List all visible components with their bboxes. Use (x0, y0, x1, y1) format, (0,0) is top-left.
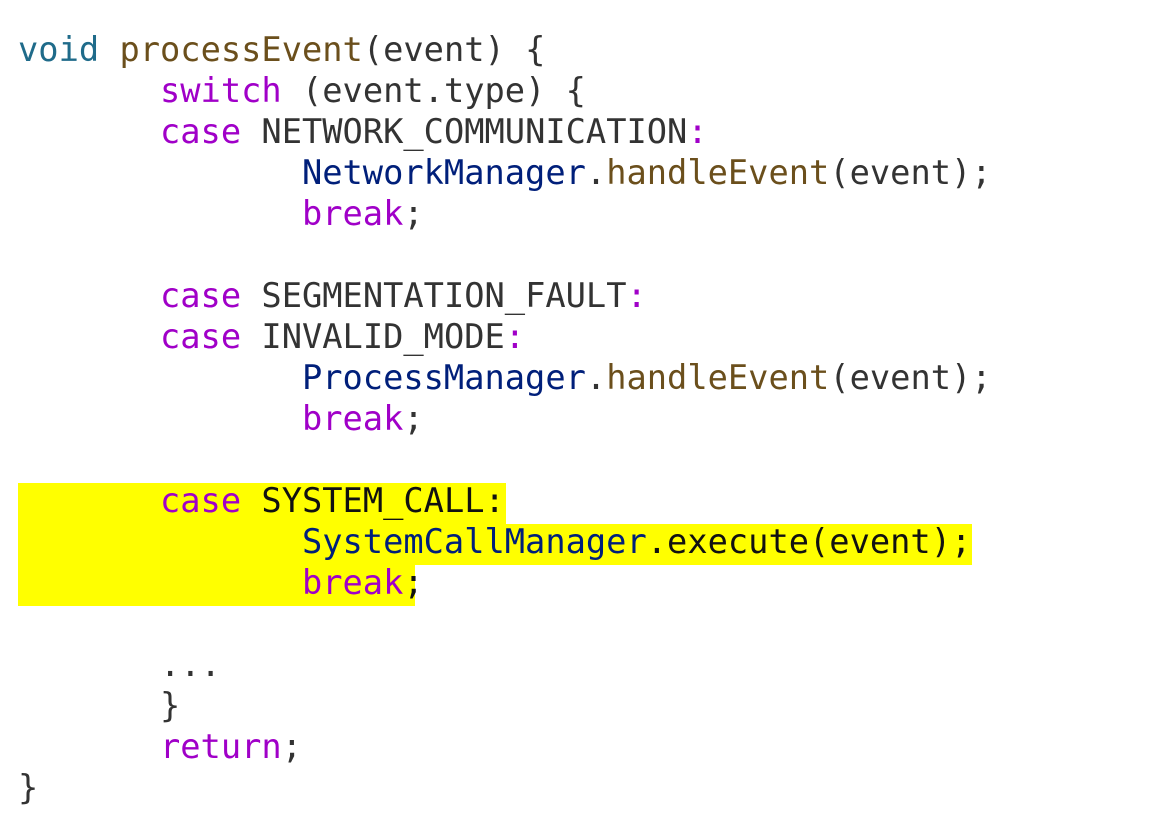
code-semicolon: ; (403, 399, 424, 438)
code-line-12: case SYSTEM_CALL: (18, 480, 992, 521)
method-name: handleEvent (606, 358, 830, 397)
code-text: (event) { (362, 30, 546, 69)
code-line-19: } (18, 767, 992, 808)
method-name: handleEvent (606, 153, 830, 192)
keyword-case: case (159, 481, 242, 520)
code-line-14: break; (18, 562, 992, 603)
keyword-switch: switch (159, 71, 282, 110)
case-label: NETWORK_COMMUNICATION (241, 112, 688, 151)
keyword-break: break (301, 194, 404, 233)
code-semicolon: ; (281, 727, 302, 766)
keyword-return: return (159, 727, 282, 766)
case-colon: : (626, 276, 647, 315)
code-line-13: SystemCallManager.execute(event); (18, 521, 992, 562)
class-name: ProcessManager (301, 358, 586, 397)
keyword-break: break (301, 563, 404, 602)
code-text: (event.type) { (281, 71, 586, 110)
closing-brace: } (159, 686, 181, 725)
code-line-16: ... (18, 644, 992, 685)
closing-brace: } (18, 768, 39, 807)
class-name: NetworkManager (301, 153, 586, 192)
case-label: SYSTEM_CALL: (241, 481, 505, 520)
code-dot: . (585, 358, 607, 397)
keyword-break: break (301, 399, 404, 438)
code-block: void processEvent(event) { switch (event… (18, 29, 992, 808)
code-text: (event); (829, 358, 992, 397)
code-line-18: return; (18, 726, 992, 767)
code-line-9: ProcessManager.handleEvent(event); (18, 357, 992, 398)
case-colon: : (687, 112, 708, 151)
code-line-2: switch (event.type) { (18, 70, 992, 111)
code-line-17: } (18, 685, 992, 726)
case-label: SEGMENTATION_FAULT (241, 276, 627, 315)
code-line-7: case SEGMENTATION_FAULT: (18, 275, 992, 316)
code-text: .execute(event); (646, 522, 972, 561)
code-semicolon: ; (403, 563, 424, 602)
code-line-10: break; (18, 398, 992, 439)
code-line-1: void processEvent(event) { (18, 29, 992, 70)
code-text: (event); (829, 153, 992, 192)
keyword-case: case (159, 276, 242, 315)
code-line-8: case INVALID_MODE: (18, 316, 992, 357)
code-line-5: break; (18, 193, 992, 234)
function-name: processEvent (119, 30, 363, 69)
keyword-case: case (159, 112, 242, 151)
code-semicolon: ; (403, 194, 424, 233)
case-colon: : (504, 317, 526, 356)
class-name: SystemCallManager (301, 522, 647, 561)
case-label: INVALID_MODE (241, 317, 505, 356)
keyword-case: case (159, 317, 242, 356)
code-line-4: NetworkManager.handleEvent(event); (18, 152, 992, 193)
ellipsis: ... (159, 645, 221, 684)
code-dot: . (585, 153, 607, 192)
code-line-3: case NETWORK_COMMUNICATION: (18, 111, 992, 152)
keyword-void: void (18, 30, 100, 69)
